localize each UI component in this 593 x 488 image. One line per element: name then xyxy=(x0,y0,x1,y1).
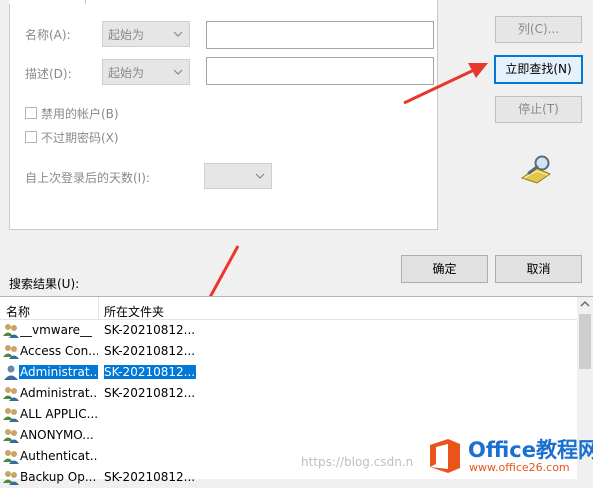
row-folder: SK-20210812... xyxy=(104,365,196,379)
cancel-button[interactable]: 取消 xyxy=(495,255,582,283)
scroll-up-arrow-icon[interactable] xyxy=(580,300,590,308)
column-header-name[interactable]: 名称 xyxy=(6,303,30,320)
table-row[interactable]: Administrat... SK-20210812... xyxy=(0,383,577,404)
row-name: Backup Op... xyxy=(20,470,97,484)
row-name: ALL APPLIC... xyxy=(20,407,98,421)
row-folder: SK-20210812... xyxy=(104,344,196,358)
table-row[interactable]: __vmware__ SK-20210812... xyxy=(0,320,577,341)
table-row[interactable]: ALL APPLIC... xyxy=(0,404,577,425)
group-icon xyxy=(3,408,19,422)
row-name: Authenticat... xyxy=(20,449,98,463)
group-icon xyxy=(3,429,19,443)
row-folder: SK-20210812... xyxy=(104,323,196,337)
logo-url: www.office26.com xyxy=(469,461,570,474)
office-logo-watermark: Office教程网 www.office26.com xyxy=(426,434,593,476)
group-icon xyxy=(3,324,19,338)
row-folder: SK-20210812... xyxy=(104,470,196,484)
results-header xyxy=(0,297,577,320)
row-name: ANONYMO... xyxy=(20,428,94,442)
ok-button[interactable]: 确定 xyxy=(401,255,488,283)
scrollbar-thumb[interactable] xyxy=(579,314,591,369)
row-name: Administrat... xyxy=(19,365,98,379)
group-icon xyxy=(3,387,19,401)
url-watermark: https://blog.csdn.n xyxy=(301,455,414,469)
column-divider[interactable] xyxy=(98,297,99,319)
row-name: __vmware__ xyxy=(20,323,93,337)
search-results-label: 搜索结果(U): xyxy=(9,277,80,291)
table-row[interactable]: Access Con... SK-20210812... xyxy=(0,341,577,362)
row-folder: SK-20210812... xyxy=(104,386,196,400)
row-name: Administrat... xyxy=(20,386,98,400)
column-header-folder[interactable]: 所在文件夹 xyxy=(104,303,164,320)
table-row[interactable]: Administrat... SK-20210812... xyxy=(0,362,577,383)
group-icon xyxy=(3,345,19,359)
row-name: Access Con... xyxy=(20,344,98,358)
user-icon xyxy=(4,365,18,380)
group-icon xyxy=(3,450,19,464)
logo-title: Office教程网 xyxy=(468,438,593,462)
group-icon xyxy=(3,471,19,485)
office-logo-icon xyxy=(430,439,460,473)
